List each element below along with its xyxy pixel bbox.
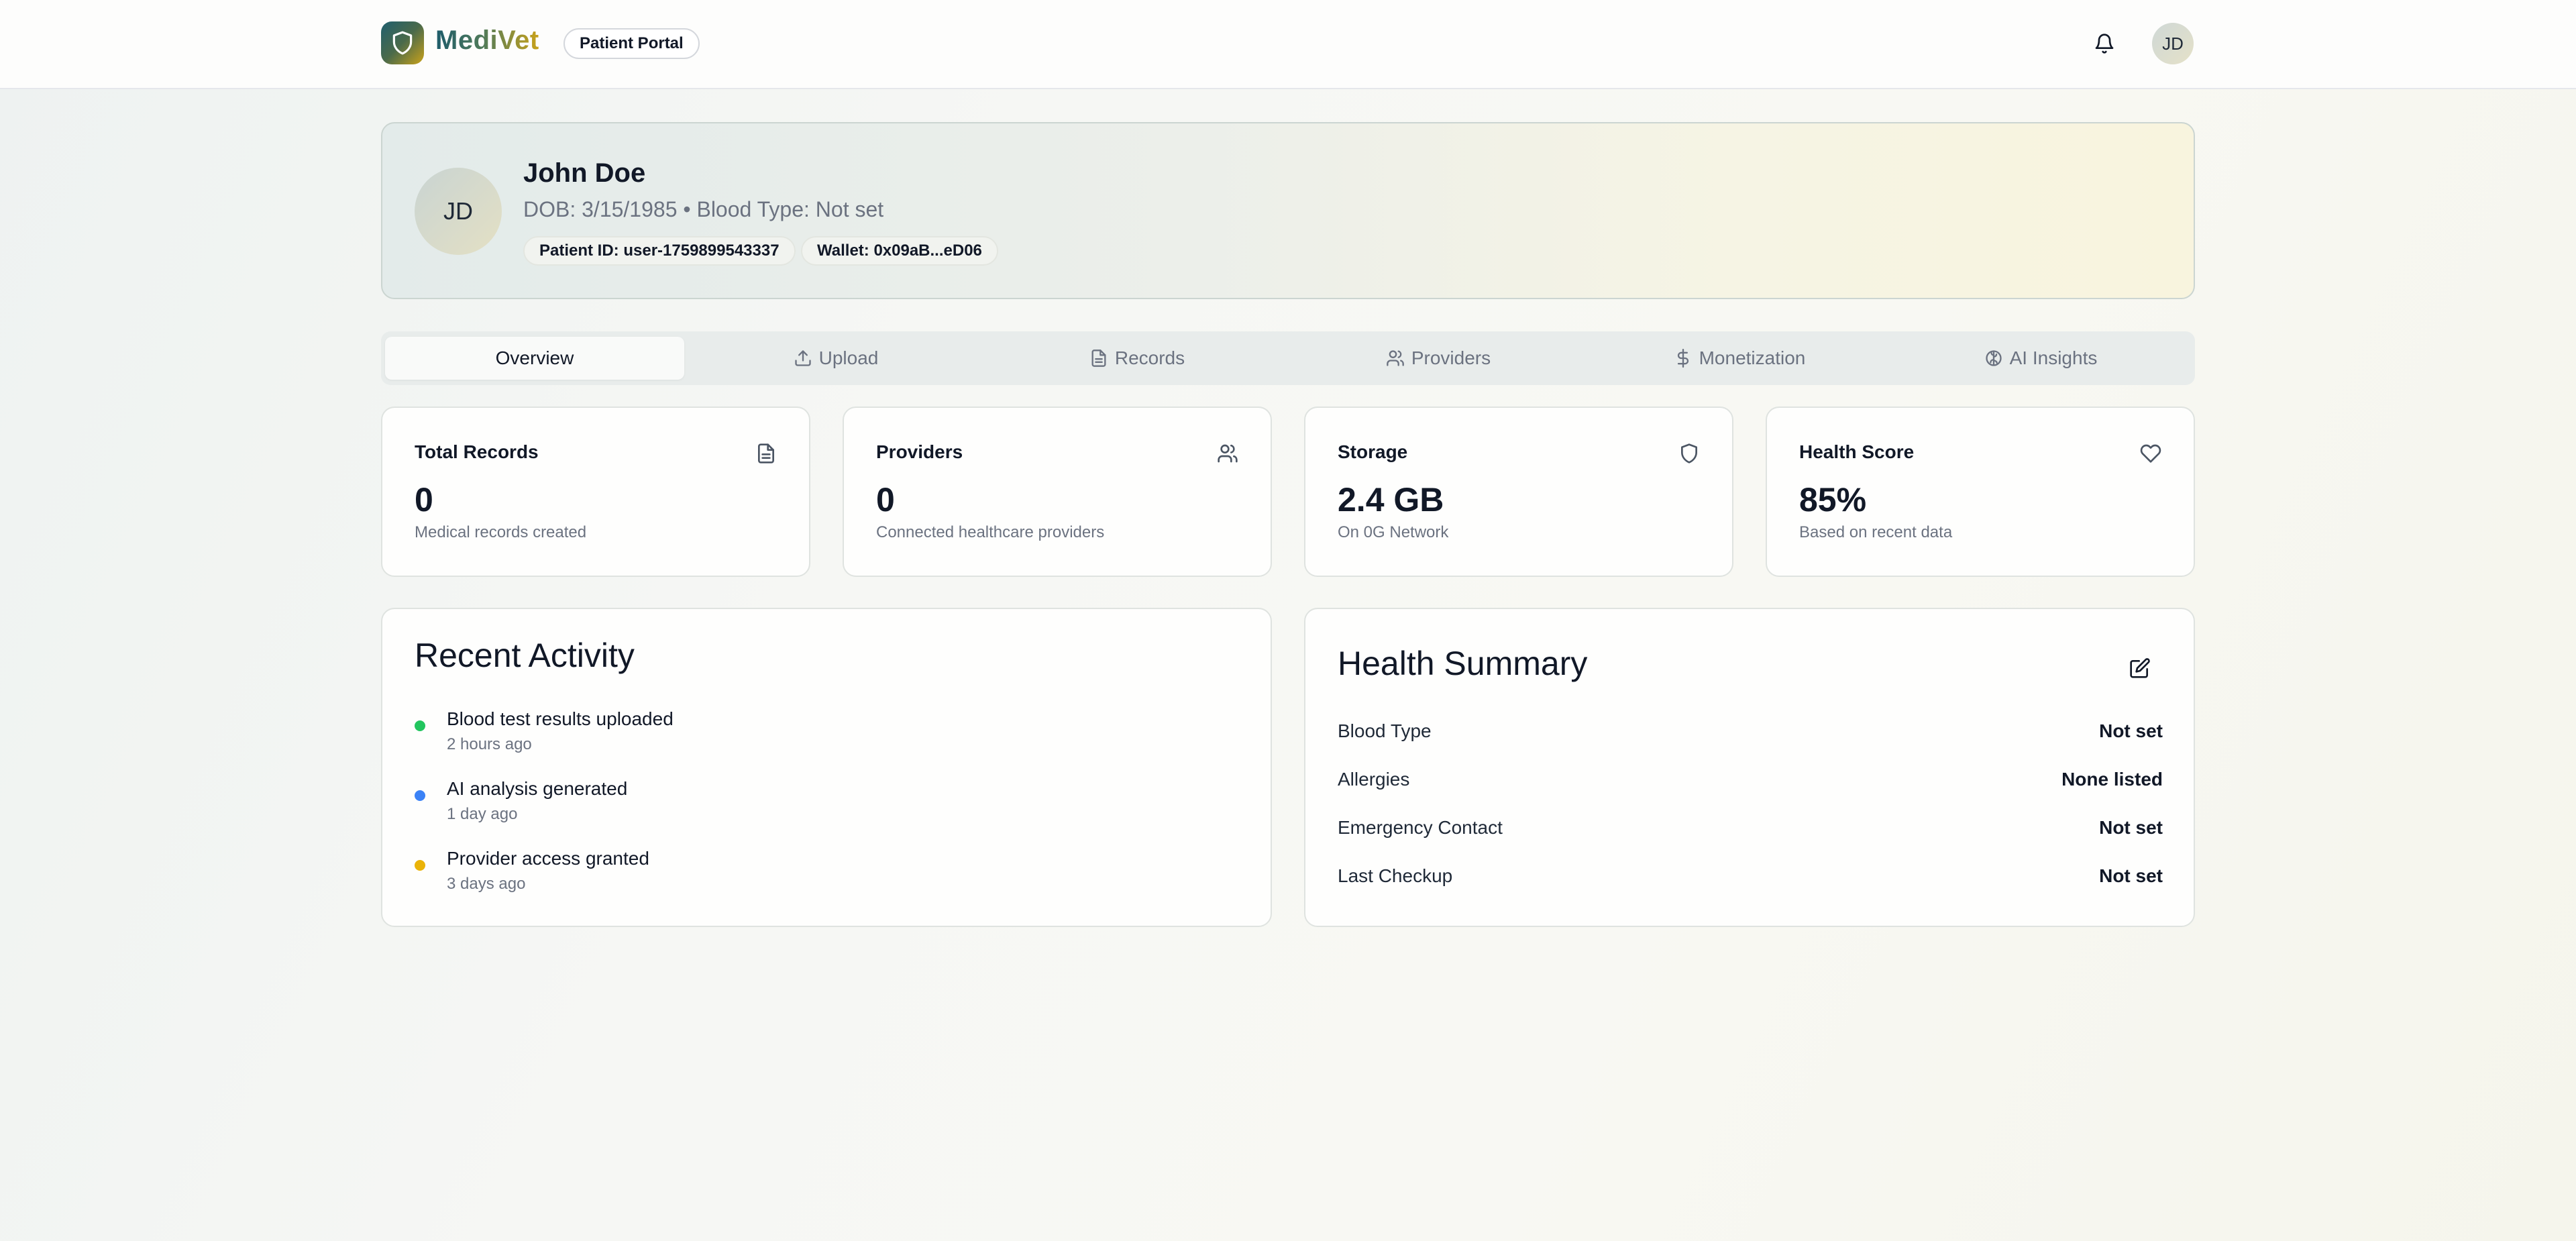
stat-value: 0 [415, 481, 433, 519]
wallet-chip[interactable]: Wallet: 0x09aB...eD06 [801, 236, 998, 266]
row-value: Not set [2099, 817, 2163, 838]
patient-name: John Doe [523, 158, 646, 188]
user-avatar[interactable]: JD [2152, 23, 2194, 64]
stat-title: Total Records [415, 441, 539, 462]
shield-icon[interactable] [381, 21, 424, 64]
status-dot [415, 720, 425, 731]
tab-label: Monetization [1699, 347, 1806, 368]
activity-item: Provider access granted 3 days ago [415, 848, 1220, 902]
stat-title: Health Score [1799, 441, 1915, 462]
recent-activity-title: Recent Activity [415, 637, 635, 674]
dollar-icon [1677, 349, 1688, 368]
tab-label: Providers [1411, 347, 1491, 368]
row-value: Not set [2099, 720, 2163, 741]
row-label: Last Checkup [1338, 865, 1453, 886]
activity-title: Provider access granted [447, 848, 649, 869]
health-row-allergies: Allergies None listed [1338, 769, 2163, 796]
tab-providers[interactable]: Providers [1289, 337, 1588, 380]
status-dot [415, 790, 425, 801]
stat-title: Providers [876, 441, 963, 462]
tab-label: Records [1114, 347, 1185, 368]
activity-title: Blood test results uploaded [447, 708, 674, 729]
stat-subtitle: Connected healthcare providers [876, 523, 1105, 541]
row-value: None listed [2061, 769, 2163, 790]
stat-card-health-score: Health Score 85% Based on recent data [1766, 407, 2195, 577]
shield-icon [1681, 443, 1697, 464]
users-icon [1387, 350, 1404, 366]
bell-icon[interactable] [2088, 27, 2121, 60]
stat-value: 0 [876, 481, 895, 519]
brand-name[interactable]: MediVet [435, 25, 539, 56]
health-summary-title: Health Summary [1338, 645, 1588, 682]
recent-activity-panel: Recent Activity Blood test results uploa… [381, 608, 1272, 927]
tab-label: Overview [495, 347, 574, 368]
file-icon [1091, 349, 1106, 367]
status-dot [415, 860, 425, 871]
stat-value: 85% [1799, 481, 1867, 519]
tab-ai-insights[interactable]: AI Insights [1891, 337, 2190, 380]
tab-upload[interactable]: Upload [686, 337, 985, 380]
row-label: Allergies [1338, 769, 1410, 790]
tab-records[interactable]: Records [987, 337, 1287, 380]
row-value: Not set [2099, 865, 2163, 886]
patient-avatar: JD [415, 168, 502, 255]
stat-subtitle: Based on recent data [1799, 523, 1953, 541]
brain-icon [1985, 350, 2002, 366]
patient-meta: DOB: 3/15/1985 • Blood Type: Not set [523, 197, 884, 221]
activity-item: AI analysis generated 1 day ago [415, 778, 1220, 832]
heart-icon [2140, 444, 2161, 463]
activity-item: Blood test results uploaded 2 hours ago [415, 708, 1220, 762]
activity-time: 2 hours ago [447, 735, 532, 753]
file-icon [758, 443, 774, 464]
patient-profile-card: JD John Doe DOB: 3/15/1985 • Blood Type:… [381, 122, 2195, 299]
stat-card-storage: Storage 2.4 GB On 0G Network [1304, 407, 1733, 577]
health-row-last-checkup: Last Checkup Not set [1338, 865, 2163, 892]
stat-value: 2.4 GB [1338, 481, 1444, 519]
tab-bar: Overview Upload Records Providers Moneti… [381, 331, 2195, 385]
activity-time: 1 day ago [447, 805, 518, 823]
top-bar: MediVet Patient Portal JD [0, 0, 2576, 89]
health-row-blood-type: Blood Type Not set [1338, 720, 2163, 747]
tab-label: AI Insights [2009, 347, 2098, 368]
tab-monetization[interactable]: Monetization [1590, 337, 1889, 380]
stat-title: Storage [1338, 441, 1408, 462]
row-label: Emergency Contact [1338, 817, 1503, 838]
stat-card-providers: Providers 0 Connected healthcare provide… [843, 407, 1272, 577]
upload-icon [794, 350, 811, 366]
tab-overview[interactable]: Overview [385, 337, 684, 380]
row-label: Blood Type [1338, 720, 1432, 741]
stat-subtitle: Medical records created [415, 523, 587, 541]
stat-card-total-records: Total Records 0 Medical records created [381, 407, 810, 577]
stat-subtitle: On 0G Network [1338, 523, 1449, 541]
patient-id-chip: Patient ID: user-1759899543337 [523, 236, 796, 266]
tab-label: Upload [818, 347, 879, 368]
edit-icon[interactable] [2118, 647, 2161, 690]
users-icon [1218, 444, 1238, 463]
portal-badge: Patient Portal [564, 28, 700, 59]
health-row-emergency-contact: Emergency Contact Not set [1338, 817, 2163, 844]
activity-time: 3 days ago [447, 875, 526, 893]
health-summary-panel: Health Summary Blood Type Not set Allerg… [1304, 608, 2195, 927]
activity-title: AI analysis generated [447, 778, 628, 799]
